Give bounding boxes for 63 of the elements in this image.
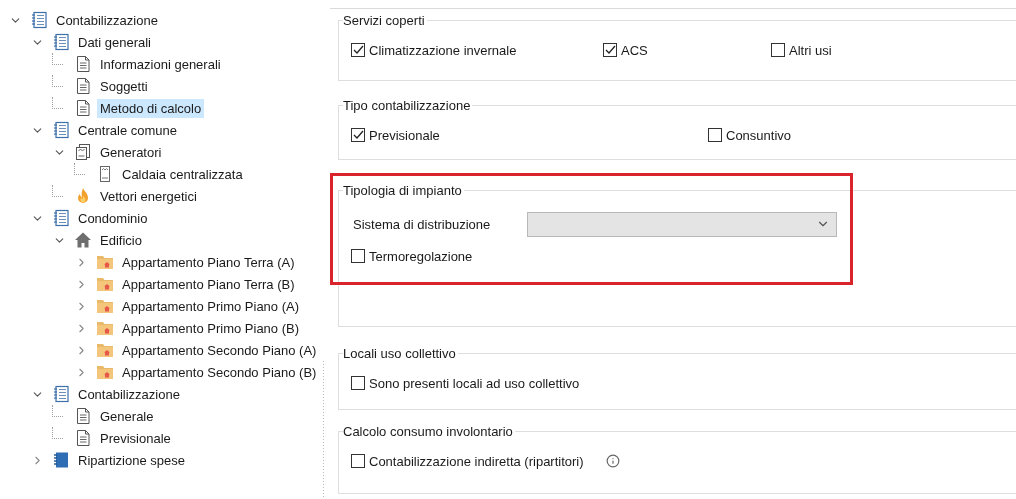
group-title: Locali uso collettivo (343, 346, 457, 361)
checkbox-label[interactable]: Climatizzazione invernale (369, 42, 517, 58)
tree-item[interactable]: Metodo di calcolo (97, 98, 205, 118)
info-icon[interactable] (605, 454, 620, 468)
group-title: Calcolo consumo involontario (343, 424, 514, 439)
checkbox-label[interactable]: Consuntivo (726, 127, 792, 143)
tree-item[interactable]: Vettori energetici (97, 186, 200, 206)
document-icon (74, 77, 92, 95)
folder-icon (96, 253, 114, 271)
tree-item[interactable]: Informazioni generali (97, 54, 224, 74)
tree-item[interactable]: Condominio (75, 208, 151, 228)
tree-item[interactable]: Generale (97, 406, 157, 426)
checkbox-label[interactable]: Previsionale (369, 127, 440, 143)
document-icon (74, 99, 92, 117)
checkbox-label[interactable]: Sono presenti locali ad uso collettivo (369, 375, 580, 391)
tree-item[interactable]: Generatori (97, 142, 165, 162)
notebook-icon (52, 209, 70, 227)
tree-item[interactable]: Dati generali (75, 32, 154, 52)
tree-item[interactable]: Centrale comune (75, 120, 180, 140)
tree-item[interactable]: Edificio (97, 230, 145, 250)
checkbox[interactable] (351, 454, 365, 468)
folder-icon (96, 363, 114, 381)
checkbox[interactable] (351, 249, 365, 263)
folder-icon (96, 341, 114, 359)
group-title: Tipologia di impianto (343, 183, 463, 198)
notebook-icon (52, 385, 70, 403)
checkbox-label[interactable]: ACS (621, 42, 648, 58)
tree-item[interactable]: Appartamento Primo Piano (A) (119, 296, 303, 316)
document-icon (74, 429, 92, 447)
tree-item[interactable]: Contabilizzazione (75, 384, 183, 404)
tree-item[interactable]: Appartamento Secondo Piano (B) (119, 362, 320, 382)
notebook-icon (52, 33, 70, 51)
tree-item[interactable]: Ripartizione spese (75, 450, 188, 470)
tree-item[interactable]: Caldaia centralizzata (119, 164, 246, 184)
folder-icon (96, 297, 114, 315)
notebook-icon (52, 121, 70, 139)
notebook-icon (52, 451, 70, 469)
tree-item[interactable]: Appartamento Piano Terra (B) (119, 274, 298, 294)
field-label: Sistema di distribuzione (353, 216, 492, 232)
document-icon (74, 55, 92, 73)
checkbox[interactable] (708, 128, 722, 142)
document-icon (74, 407, 92, 425)
tree-item[interactable]: Previsionale (97, 428, 174, 448)
group-title: Servizi coperti (343, 13, 426, 28)
folder-icon (96, 275, 114, 293)
checkbox[interactable] (351, 43, 365, 57)
checkbox[interactable] (351, 128, 365, 142)
checkbox[interactable] (771, 43, 785, 57)
tree-item[interactable]: Appartamento Primo Piano (B) (119, 318, 303, 338)
notebook-icon (30, 11, 48, 29)
checkbox[interactable] (603, 43, 617, 57)
checkbox-label[interactable]: Altri usi (789, 42, 832, 58)
house-icon (74, 231, 92, 249)
tree-item[interactable]: Soggetti (97, 76, 151, 96)
checkbox-label[interactable]: Termoregolazione (369, 248, 473, 264)
folder-icon (96, 319, 114, 337)
checkbox[interactable] (351, 376, 365, 390)
devices-icon (74, 143, 92, 161)
group-title: Tipo contabilizzazione (343, 98, 472, 113)
checkbox-label[interactable]: Contabilizzazione indiretta (ripartitori) (369, 453, 584, 469)
tree-item[interactable]: Appartamento Piano Terra (A) (119, 252, 298, 272)
tree-item[interactable]: Appartamento Secondo Piano (A) (119, 340, 320, 360)
tree-item[interactable]: Contabilizzazione (53, 10, 161, 30)
